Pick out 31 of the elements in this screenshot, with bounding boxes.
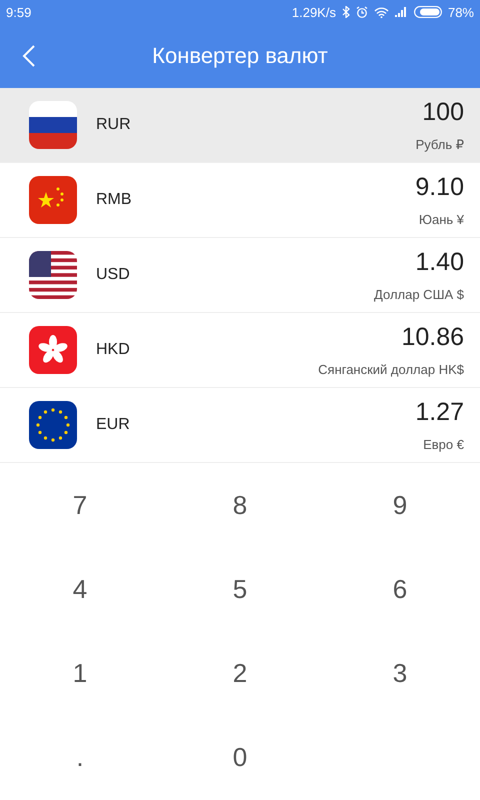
flag-icon bbox=[28, 176, 78, 224]
currency-amount: 9.10 bbox=[415, 173, 464, 202]
currency-amount: 1.40 bbox=[415, 248, 464, 277]
currency-code: EUR bbox=[96, 416, 130, 434]
currency-row[interactable]: RUR 100 Рубль ₽ bbox=[0, 88, 480, 163]
flag-icon bbox=[28, 326, 78, 374]
battery-icon bbox=[414, 6, 442, 18]
currency-code: RMB bbox=[96, 191, 132, 209]
currency-code: USD bbox=[96, 266, 130, 284]
currency-name: Доллар США $ bbox=[374, 287, 464, 302]
currency-code: RUR bbox=[96, 116, 131, 134]
currency-name: Юань ¥ bbox=[418, 212, 464, 227]
currency-amount: 10.86 bbox=[401, 323, 464, 352]
currency-name: Сянганский доллар HK$ bbox=[318, 362, 464, 377]
currency-name: Рубль ₽ bbox=[416, 136, 464, 152]
status-time: 9:59 bbox=[6, 4, 32, 20]
network-speed: 1.29K/s bbox=[292, 4, 336, 20]
currency-code: HKD bbox=[96, 341, 130, 359]
signal-icon bbox=[394, 7, 408, 17]
wifi-icon bbox=[374, 6, 389, 18]
currency-name: Евро € bbox=[423, 437, 464, 452]
battery-percent: 78% bbox=[448, 4, 474, 20]
flag-icon bbox=[28, 401, 78, 449]
currency-amount: 1.27 bbox=[415, 398, 464, 427]
back-icon bbox=[22, 44, 36, 68]
currency-amount: 100 bbox=[422, 98, 464, 126]
bluetooth-icon bbox=[342, 6, 350, 18]
screen-title: Конвертер валют bbox=[151, 43, 329, 69]
flag-icon bbox=[28, 101, 78, 149]
alarm-icon bbox=[356, 6, 368, 18]
flag-icon bbox=[28, 251, 78, 299]
